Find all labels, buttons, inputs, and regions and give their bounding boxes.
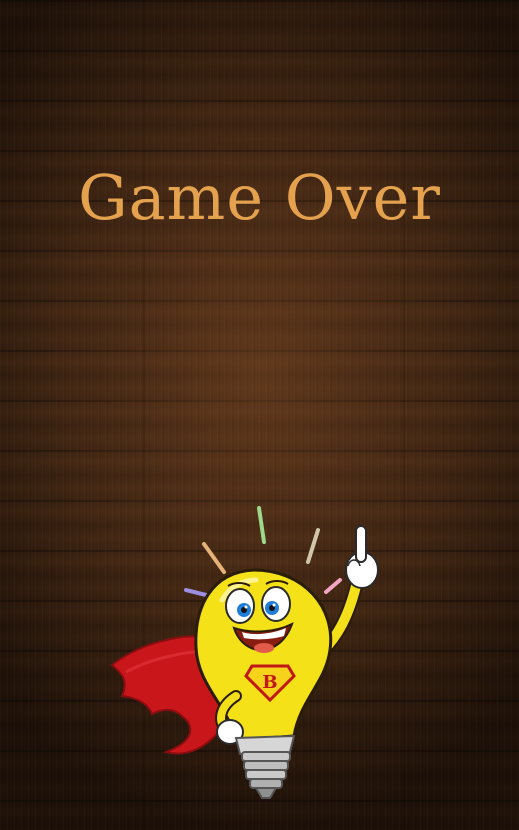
badge-letter: B: [262, 672, 277, 693]
lightbulb-mascot-icon: B: [110, 506, 379, 799]
game-over-screen: Game Over B: [0, 0, 519, 830]
bulb-screw-base: [241, 751, 291, 799]
pointing-hand: [345, 525, 379, 589]
game-over-title: Game Over: [78, 161, 441, 234]
